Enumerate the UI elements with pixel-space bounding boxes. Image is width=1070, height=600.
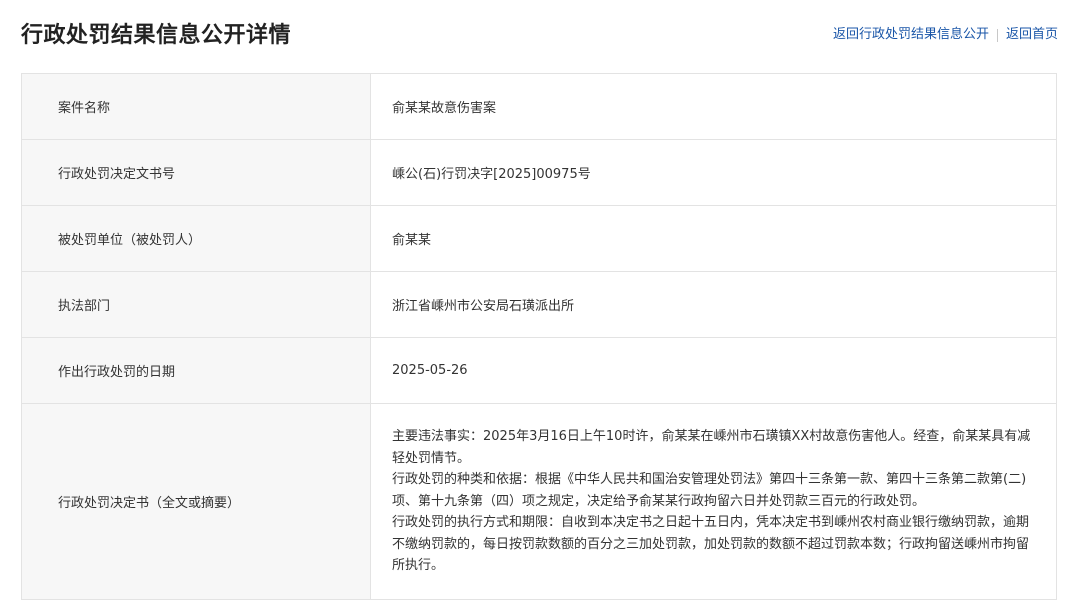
table-row-penalized-party: 被处罚单位（被处罚人） 俞某某 <box>21 205 1057 272</box>
row-value: 俞某某故意伤害案 <box>370 73 1057 140</box>
table-row-decision-text: 行政处罚决定书（全文或摘要） 主要违法事实：2025年3月16日上午10时许，俞… <box>21 403 1057 600</box>
link-divider <box>996 28 998 42</box>
row-value: 嵊公(石)行罚决字[2025]00975号 <box>370 139 1057 206</box>
decision-paragraph-execution: 行政处罚的执行方式和期限：自收到本决定书之日起十五日内，凭本决定书到嵊州农村商业… <box>392 515 1030 574</box>
decision-text: 主要违法事实：2025年3月16日上午10时许，俞某某在嵊州市石璜镇XX村故意伤… <box>370 403 1057 600</box>
decision-paragraph-facts: 主要违法事实：2025年3月16日上午10时许，俞某某在嵊州市石璜镇XX村故意伤… <box>392 429 1031 466</box>
table-row-decision-date: 作出行政处罚的日期 2025-05-26 <box>21 337 1057 404</box>
decision-paragraph-basis: 行政处罚的种类和依据：根据《中华人民共和国治安管理处罚法》第四十三条第一款、第四… <box>392 472 1027 509</box>
row-value: 2025-05-26 <box>370 337 1057 404</box>
row-label: 案件名称 <box>21 73 371 140</box>
table-row-case-name: 案件名称 俞某某故意伤害案 <box>21 73 1057 140</box>
table-row-document-number: 行政处罚决定文书号 嵊公(石)行罚决字[2025]00975号 <box>21 139 1057 206</box>
row-label: 执法部门 <box>21 271 371 338</box>
row-label: 被处罚单位（被处罚人） <box>21 205 371 272</box>
header-links: 返回行政处罚结果信息公开 返回首页 <box>833 25 1058 45</box>
row-label: 行政处罚决定书（全文或摘要） <box>21 403 371 600</box>
row-label: 作出行政处罚的日期 <box>21 337 371 404</box>
row-label: 行政处罚决定文书号 <box>21 139 371 206</box>
row-value: 浙江省嵊州市公安局石璜派出所 <box>370 271 1057 338</box>
table-row-enforcement-department: 执法部门 浙江省嵊州市公安局石璜派出所 <box>21 271 1057 338</box>
detail-table: 案件名称 俞某某故意伤害案 行政处罚决定文书号 嵊公(石)行罚决字[2025]0… <box>21 73 1057 600</box>
back-home-link[interactable]: 返回首页 <box>1006 25 1058 45</box>
row-value: 俞某某 <box>370 205 1057 272</box>
page-title: 行政处罚结果信息公开详情 <box>21 23 292 48</box>
back-to-list-link[interactable]: 返回行政处罚结果信息公开 <box>833 25 989 45</box>
